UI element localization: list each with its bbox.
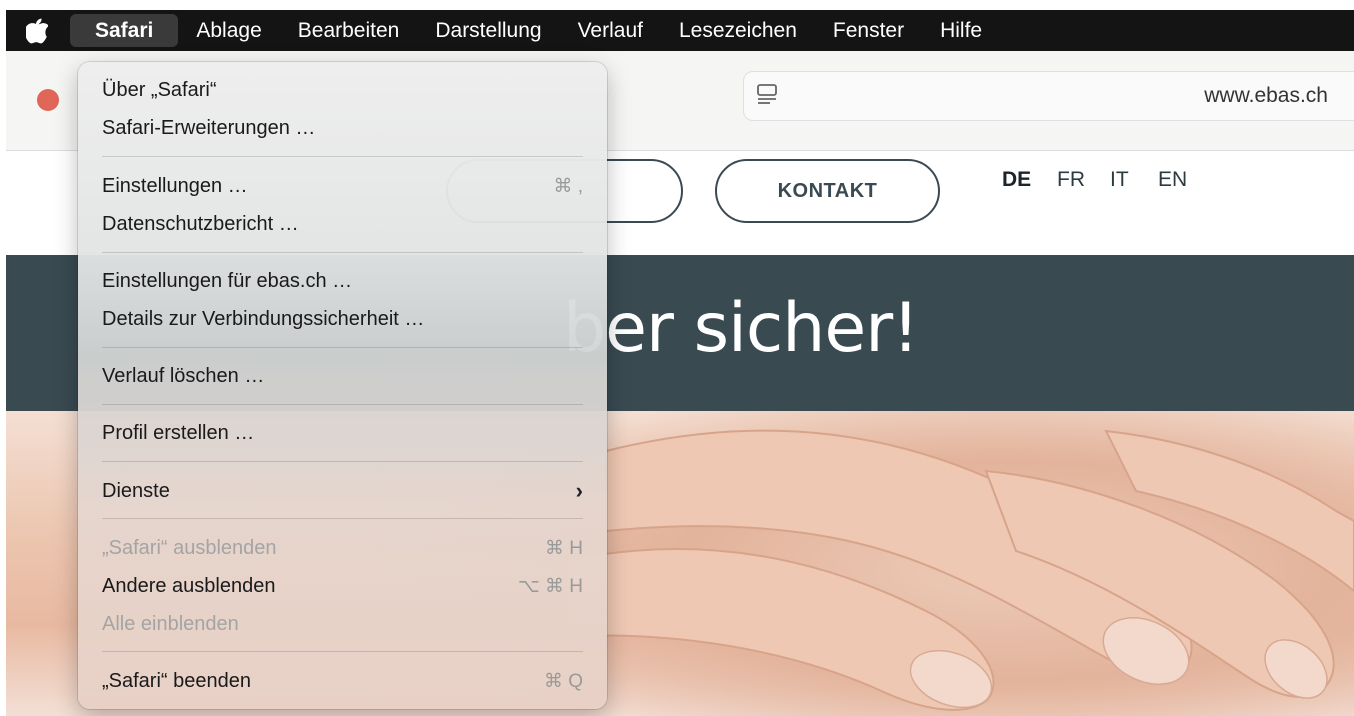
menu-shortcut: ⌘ H [545, 537, 583, 559]
url-text: www.ebas.ch [1204, 84, 1328, 107]
menubar-verlauf[interactable]: Verlauf [560, 14, 661, 47]
menu-item-hide-others[interactable]: Andere ausblenden ⌥ ⌘ H [102, 568, 583, 604]
menu-item-site-settings[interactable]: Einstellungen für ebas.ch … [102, 263, 583, 299]
menu-item-about-safari[interactable]: Über „Safari“ [102, 72, 583, 108]
menu-separator [102, 347, 583, 348]
menu-shortcut: ⌘ Q [543, 670, 583, 692]
menu-item-label: Alle einblenden [102, 612, 239, 635]
menu-item-label: Über „Safari“ [102, 78, 217, 101]
hero-heading: ber sicher! [563, 289, 919, 368]
menu-item-label: „Safari“ ausblenden [102, 536, 277, 559]
menu-item-label: Andere ausblenden [102, 574, 276, 597]
menu-item-quit-safari[interactable]: „Safari“ beenden ⌘ Q [102, 663, 583, 699]
menu-item-label: Einstellungen … [102, 174, 248, 197]
screen: Safari Ablage Bearbeiten Darstellung Ver… [6, 10, 1354, 716]
reader-view-icon[interactable] [756, 83, 778, 112]
menu-separator [102, 404, 583, 405]
chevron-right-icon: › [575, 478, 583, 503]
menubar-bearbeiten[interactable]: Bearbeiten [280, 14, 418, 47]
menu-separator [102, 156, 583, 157]
safari-app-menu: Über „Safari“ Safari-Erweiterungen … Ein… [78, 62, 607, 709]
lang-fr-link[interactable]: FR [1057, 168, 1085, 192]
menu-separator [102, 651, 583, 652]
menubar-lesezeichen[interactable]: Lesezeichen [661, 14, 815, 47]
menu-item-services[interactable]: Dienste › [102, 473, 583, 509]
menu-item-label: Verlauf löschen … [102, 364, 265, 387]
menu-separator [102, 252, 583, 253]
menu-shortcut: ⌥ ⌘ H [517, 575, 583, 597]
menu-item-label: „Safari“ beenden [102, 669, 251, 692]
menu-item-privacy-report[interactable]: Datenschutzbericht … [102, 206, 583, 242]
menubar-darstellung[interactable]: Darstellung [417, 14, 559, 47]
lang-it-link[interactable]: IT [1110, 168, 1129, 192]
menubar-safari[interactable]: Safari [70, 14, 179, 47]
menubar-hilfe[interactable]: Hilfe [922, 14, 1000, 47]
menu-item-hide-safari: „Safari“ ausblenden ⌘ H [102, 530, 583, 566]
close-window-button[interactable] [37, 89, 59, 111]
menu-item-label: Safari-Erweiterungen … [102, 116, 316, 139]
address-bar[interactable]: www.ebas.ch [743, 71, 1354, 121]
lang-en-link[interactable]: EN [1158, 168, 1187, 192]
menu-item-create-profile[interactable]: Profil erstellen … [102, 415, 583, 451]
menu-item-show-all: Alle einblenden [102, 606, 583, 642]
menu-shortcut: ⌘ , [553, 175, 583, 197]
contact-button[interactable]: KONTAKT [715, 159, 940, 223]
menubar-ablage[interactable]: Ablage [178, 14, 279, 47]
lang-de-link[interactable]: DE [1002, 168, 1031, 192]
menubar-fenster[interactable]: Fenster [815, 14, 922, 47]
menu-item-clear-history[interactable]: Verlauf löschen … [102, 358, 583, 394]
menu-item-label: Datenschutzbericht … [102, 212, 299, 235]
menu-item-safari-extensions[interactable]: Safari-Erweiterungen … [102, 110, 583, 146]
menu-item-connection-security[interactable]: Details zur Verbindungssicherheit … [102, 301, 583, 337]
menu-bar: Safari Ablage Bearbeiten Darstellung Ver… [6, 10, 1354, 51]
menu-separator [102, 518, 583, 519]
menu-item-label: Details zur Verbindungssicherheit … [102, 307, 425, 330]
apple-menu-icon[interactable] [6, 10, 68, 51]
menu-item-label: Profil erstellen … [102, 421, 255, 444]
menu-separator [102, 461, 583, 462]
menu-item-settings[interactable]: Einstellungen … ⌘ , [102, 168, 583, 204]
menu-item-label: Einstellungen für ebas.ch … [102, 269, 353, 292]
menu-item-label: Dienste [102, 479, 170, 502]
